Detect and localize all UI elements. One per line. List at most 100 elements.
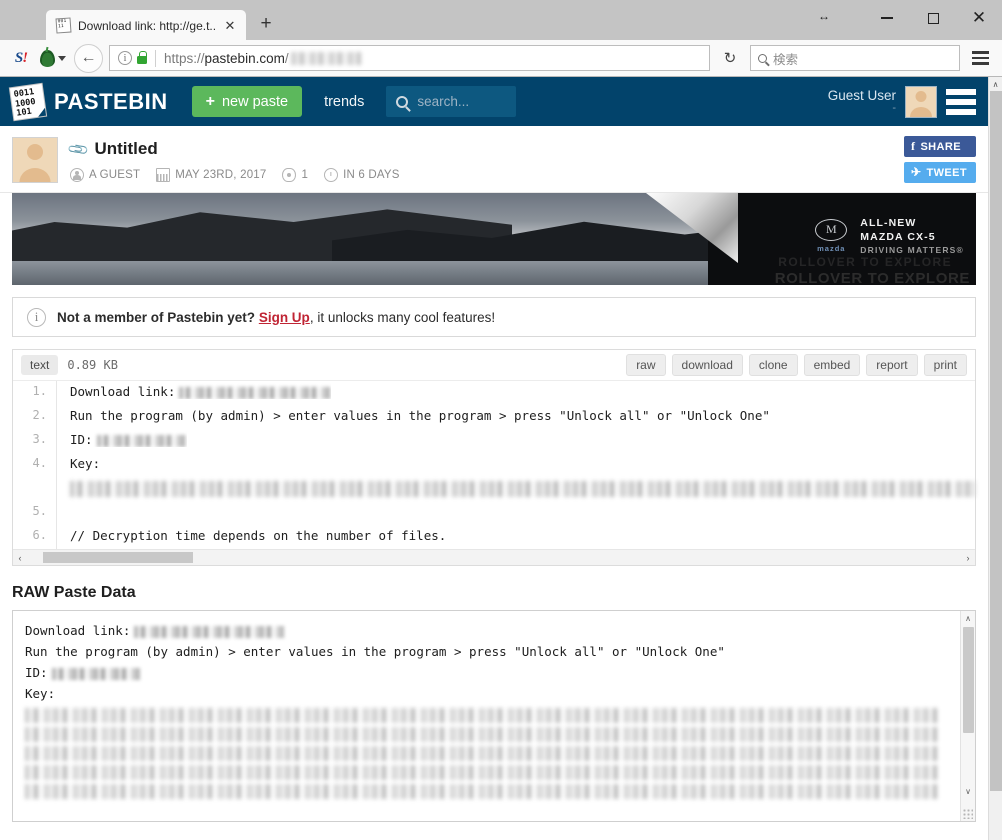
- back-button[interactable]: ←: [74, 43, 103, 73]
- scrollbar-thumb[interactable]: [43, 552, 193, 563]
- scroll-up-icon[interactable]: ∧: [989, 77, 1002, 91]
- paste-size: 0.89 KB: [67, 358, 118, 372]
- scrollbar-thumb[interactable]: [990, 91, 1002, 791]
- avatar[interactable]: [905, 85, 937, 118]
- minimize-button[interactable]: [864, 0, 910, 36]
- embed-button[interactable]: embed: [803, 354, 861, 376]
- code-line: 2. Run the program (by admin) > enter va…: [13, 405, 975, 429]
- scrollbar-thumb[interactable]: [963, 627, 974, 733]
- raw-line: Key:: [25, 686, 56, 701]
- new-paste-button[interactable]: + new paste: [191, 86, 303, 117]
- meta-views: 1: [282, 168, 308, 182]
- ad-copy: ALL-NEW MAZDA CX-5 DRIVING MATTERS®: [860, 217, 964, 256]
- window-titlebar: 001 11 Download link: http://ge.t... ✕ +…: [0, 0, 1002, 41]
- line-content: Download link:: [57, 381, 332, 399]
- account-name: Guest User: [827, 87, 896, 103]
- url-slash: /: [284, 50, 289, 66]
- scroll-down-icon[interactable]: ∨: [961, 784, 975, 799]
- clone-button[interactable]: clone: [748, 354, 798, 376]
- site-search-placeholder: search...: [417, 94, 470, 109]
- new-tab-button[interactable]: +: [252, 10, 280, 38]
- code-horizontal-scrollbar[interactable]: ‹ ›: [13, 549, 975, 565]
- report-button[interactable]: report: [866, 354, 918, 376]
- raw-line-text: ID:: [25, 665, 48, 680]
- url-bar[interactable]: i https://pastebin.com /: [109, 45, 710, 71]
- clock-icon: [324, 168, 339, 182]
- raw-paste-content: Download link: Run the program (by admin…: [13, 611, 975, 812]
- redacted-link: [179, 386, 332, 399]
- browser-search-input[interactable]: 検索: [750, 45, 960, 71]
- tor-onion-icon[interactable]: [40, 45, 66, 71]
- redacted-key-row: [25, 727, 937, 742]
- raw-line: Download link:: [25, 620, 963, 641]
- scroll-left-icon[interactable]: ‹: [13, 553, 27, 563]
- url-scheme: https://: [164, 50, 205, 66]
- menu-bar-1: [971, 51, 989, 54]
- pastebin-header: 0011 1000 101 PASTEBIN + new paste trend…: [0, 77, 988, 126]
- redacted-id: [51, 667, 140, 680]
- facebook-share-button[interactable]: f SHARE: [904, 136, 976, 157]
- advertisement-banner[interactable]: mazda ALL-NEW MAZDA CX-5 DRIVING MATTERS…: [12, 193, 976, 285]
- meta-author-label: A GUEST: [89, 169, 141, 181]
- raw-button[interactable]: raw: [626, 354, 666, 376]
- close-window-button[interactable]: ✕: [956, 0, 1002, 36]
- browser-menu-button[interactable]: [966, 45, 994, 71]
- twitter-share-label: TWEET: [926, 166, 967, 179]
- redacted-key-row: [25, 784, 937, 799]
- site-search-input[interactable]: search...: [386, 86, 517, 117]
- page-title: Untitled: [94, 139, 158, 158]
- nav-item-trends[interactable]: trends: [324, 94, 364, 110]
- download-button[interactable]: download: [671, 354, 743, 376]
- redacted-key-row: [25, 708, 937, 723]
- line-number: 3.: [13, 429, 57, 453]
- line-number: 5.: [13, 501, 57, 525]
- menu-bar-2: [971, 56, 989, 60]
- facebook-share-label: SHARE: [920, 140, 961, 153]
- raw-line-text: Download link:: [25, 623, 131, 638]
- user-icon: [70, 168, 84, 182]
- meta-date-label: MAY 23RD, 2017: [175, 169, 267, 181]
- site-logo[interactable]: 0011 1000 101 PASTEBIN: [9, 83, 168, 120]
- site-info-icon[interactable]: i: [118, 51, 132, 65]
- plus-icon: +: [205, 92, 215, 110]
- resize-grip-icon[interactable]: [963, 809, 973, 819]
- line-text: ID:: [70, 432, 93, 447]
- account-name-block[interactable]: Guest User -: [827, 87, 896, 115]
- stumbleupon-icon[interactable]: S!: [8, 45, 34, 71]
- page-vertical-scrollbar[interactable]: ∧: [988, 77, 1002, 840]
- pastebin-favicon-icon: 001 11: [55, 17, 72, 34]
- su-bang: !: [22, 49, 28, 66]
- language-badge[interactable]: text: [21, 355, 59, 375]
- maximize-button[interactable]: [910, 0, 956, 36]
- sign-up-link[interactable]: Sign Up: [259, 310, 310, 325]
- url-host: pastebin.com: [204, 50, 285, 66]
- ad-rollover-ghost: ROLLOVER TO EXPLORE: [778, 255, 952, 269]
- reload-button[interactable]: ↻: [716, 45, 744, 71]
- lock-icon: [137, 50, 147, 64]
- scroll-right-icon[interactable]: ›: [961, 553, 975, 563]
- pastebin-logo-icon: 0011 1000 101: [9, 83, 47, 120]
- menu-bar-3: [946, 108, 976, 115]
- url-path-redacted: [290, 51, 361, 65]
- line-content: Key:: [70, 456, 101, 471]
- line-content: [57, 501, 70, 504]
- notice-lead: Not a member of Pastebin yet?: [57, 309, 256, 325]
- close-tab-icon[interactable]: ✕: [222, 18, 238, 34]
- redacted-key-row: [25, 746, 937, 761]
- raw-paste-textarea[interactable]: Download link: Run the program (by admin…: [12, 610, 976, 822]
- paste-code[interactable]: 1. Download link: 2. Run the program (by…: [13, 381, 975, 549]
- mazda-logo-icon: mazda: [815, 219, 848, 253]
- browser-tab[interactable]: 001 11 Download link: http://ge.t... ✕: [46, 10, 246, 41]
- site-menu-button[interactable]: [946, 88, 976, 115]
- line-content: Run the program (by admin) > enter value…: [70, 408, 770, 423]
- print-button[interactable]: print: [923, 354, 967, 376]
- ad-line-1: ALL-NEW: [860, 217, 917, 229]
- redacted-key-row: [25, 765, 937, 780]
- raw-vertical-scrollbar[interactable]: ∧ ∨: [960, 611, 975, 821]
- search-icon: [396, 95, 409, 108]
- twitter-share-button[interactable]: ✈ TWEET: [904, 162, 976, 183]
- scroll-up-icon[interactable]: ∧: [961, 611, 975, 626]
- code-line-key-wrap: [13, 477, 975, 501]
- line-number-blank: [13, 477, 57, 501]
- page-bottom-spacer: [0, 822, 988, 830]
